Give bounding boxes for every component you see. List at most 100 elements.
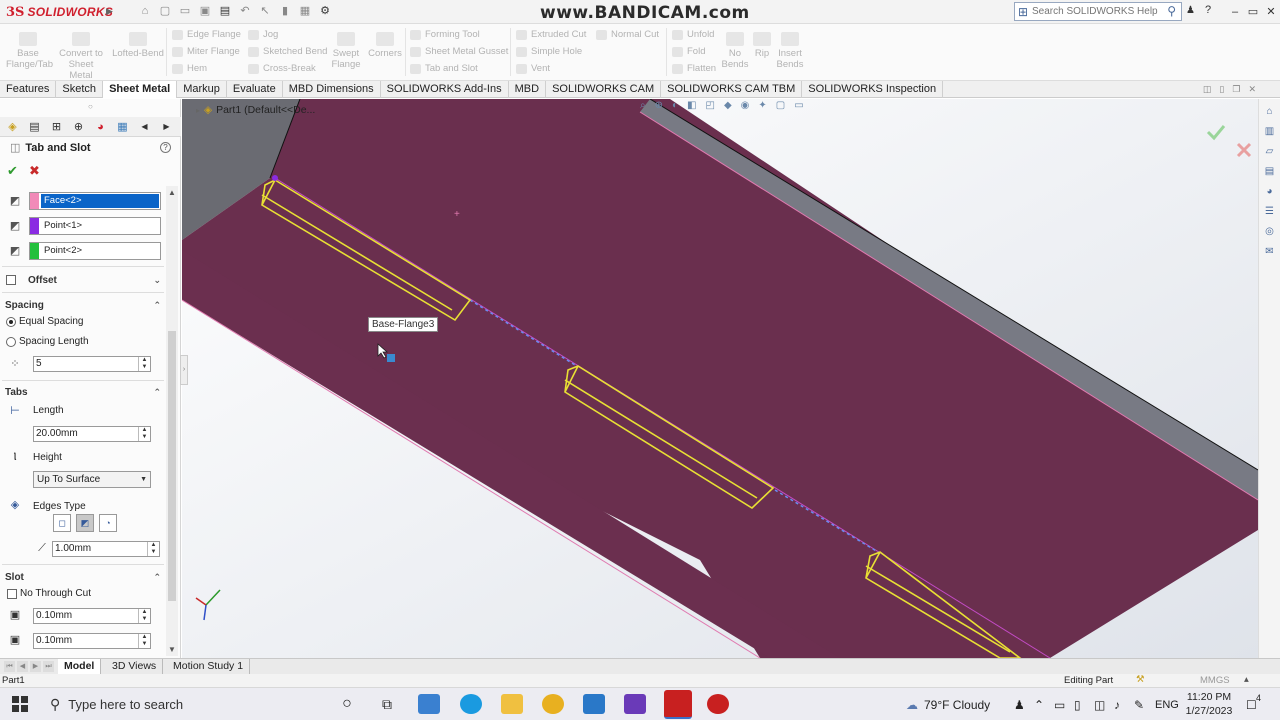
normal-cut-button[interactable]: Normal Cut (596, 29, 659, 40)
fold-button[interactable]: Fold (672, 46, 705, 57)
model-tab[interactable]: Model (58, 659, 102, 674)
select-icon[interactable]: ↖ (258, 4, 272, 18)
solidworks-resources-icon[interactable]: ⌂ (1263, 105, 1277, 119)
file-properties-icon[interactable]: ▦ (298, 4, 312, 18)
tab-solidworks-cam-tbm[interactable]: SOLIDWORKS CAM TBM (661, 81, 803, 98)
lofted-bend-button[interactable]: Lofted-Bend (110, 32, 166, 59)
status-units[interactable]: MMGS (1200, 675, 1230, 686)
tab-sheet-metal[interactable]: Sheet Metal (103, 81, 178, 98)
section-view-icon[interactable]: ◧ (687, 100, 696, 111)
solidworks-logo[interactable]: 3S SOLIDWORKS (6, 4, 113, 20)
cortana-icon[interactable]: ○ (336, 694, 358, 714)
miter-flange-button[interactable]: Miter Flange (172, 46, 240, 57)
offset-checkbox[interactable] (6, 275, 16, 285)
edge-size-value[interactable]: 1.00mm (53, 542, 147, 556)
point2-selection-value[interactable]: Point<2> (41, 244, 159, 258)
slot-width-offset-value[interactable]: 0.10mm (34, 634, 138, 648)
community-icon[interactable]: ✉ (1263, 245, 1277, 259)
view-settings-icon[interactable]: ▭ (794, 100, 803, 111)
scroll-left-icon[interactable]: ◀ (137, 120, 152, 134)
rebuild-icon[interactable]: ▮ (278, 4, 292, 18)
taskbar-search[interactable]: ⚲ Type here to search (40, 689, 325, 720)
panel-resize-handle[interactable]: ○ (88, 102, 93, 111)
radio-unselected-icon[interactable] (6, 336, 16, 347)
options-gear-icon[interactable]: ⚙ (318, 4, 332, 18)
face-selection-value[interactable]: Face<2> (41, 194, 159, 208)
radio-selected-icon[interactable] (6, 316, 16, 327)
spin-down-icon[interactable]: ▼ (139, 364, 150, 371)
appearances-icon[interactable]: ◕ (1263, 185, 1277, 199)
new-file-icon[interactable]: ▢ (158, 4, 172, 18)
people-icon[interactable]: ♟ (1014, 688, 1025, 720)
tile-icon[interactable]: ◫ (1203, 84, 1212, 95)
equal-spacing-radio[interactable]: Equal Spacing (6, 316, 84, 327)
point1-selection-value[interactable]: Point<1> (41, 219, 159, 233)
doc-copy-icon[interactable]: ▯ (1219, 84, 1224, 95)
spin-up-icon[interactable]: ▲ (139, 357, 150, 364)
zoom-area-icon[interactable]: ⊕ (655, 100, 663, 111)
ok-check-icon[interactable]: ✔ (7, 163, 18, 179)
menu-expand-arrow-icon[interactable]: ▶ (106, 6, 113, 17)
cancel-x-icon[interactable]: ✖ (29, 163, 40, 179)
motion-study-tab[interactable]: Motion Study 1 (167, 659, 251, 674)
first-tab-icon[interactable]: ⏮ (4, 661, 15, 672)
gusset-button[interactable]: Sheet Metal Gusset (410, 46, 508, 57)
home-icon[interactable]: ⌂ (138, 4, 152, 18)
design-library-icon[interactable]: ▥ (1263, 125, 1277, 139)
scroll-up-icon[interactable]: ▲ (168, 188, 176, 197)
slot-width-offset-spinner[interactable]: 0.10mm ▲ ▼ (33, 633, 151, 649)
next-tab-icon[interactable]: ▶ (30, 661, 41, 672)
prev-tab-icon[interactable]: ◀ (17, 661, 28, 672)
slot-length-offset-value[interactable]: 0.10mm (34, 609, 138, 623)
chevron-up-icon[interactable]: ⌃ (153, 300, 161, 311)
corners-button[interactable]: Corners (366, 32, 404, 59)
bandicam-icon[interactable] (707, 694, 729, 714)
edge-browser-icon[interactable] (460, 694, 482, 714)
spinner-arrows[interactable]: ▲ ▼ (147, 542, 159, 556)
spinner-arrows[interactable]: ▲ ▼ (138, 634, 150, 648)
doc-restore-icon[interactable]: ❐ (1232, 84, 1240, 95)
tabs-section-header[interactable]: Tabs ⌃ (5, 384, 163, 400)
minimize-icon[interactable]: – (1226, 0, 1244, 24)
vent-button[interactable]: Vent (516, 63, 550, 74)
spin-down-icon[interactable]: ▼ (139, 641, 150, 648)
apply-scene-icon[interactable]: ▢ (776, 100, 785, 111)
view-palette-icon[interactable]: ▤ (1263, 165, 1277, 179)
base-flange-button[interactable]: Base Flange/Tab (6, 32, 53, 70)
display-manager-icon[interactable]: ◕ (93, 120, 108, 134)
weather-widget[interactable]: ☁ 79°F Cloudy (906, 688, 990, 720)
spinner-arrows[interactable]: ▲ ▼ (138, 609, 150, 623)
help-search-input[interactable] (1029, 6, 1159, 17)
forum-icon[interactable]: ◎ (1263, 225, 1277, 239)
point1-selection-box[interactable]: Point<1> (29, 217, 161, 235)
tab-mbd[interactable]: MBD (509, 81, 547, 98)
swept-flange-button[interactable]: Swept Flange (328, 32, 364, 70)
spacing-section-header[interactable]: Spacing ⌃ (5, 297, 163, 313)
sketched-bend-button[interactable]: Sketched Bend (248, 46, 327, 57)
tab-and-slot-button[interactable]: Tab and Slot (410, 63, 478, 74)
tab-sketch[interactable]: Sketch (56, 81, 104, 98)
rip-button[interactable]: Rip (752, 32, 772, 59)
panel-scrollbar[interactable]: ▲ ▼ (166, 186, 178, 656)
language-indicator[interactable]: ENG (1155, 688, 1179, 720)
height-type-dropdown[interactable]: Up To Surface ▼ (33, 471, 151, 488)
volume-icon[interactable]: ♪ (1114, 688, 1120, 720)
edit-appearance-icon[interactable]: ✦ (758, 100, 766, 111)
battery-icon[interactable]: ▯ (1074, 688, 1081, 720)
tab-mbd-dimensions[interactable]: MBD Dimensions (283, 81, 381, 98)
convert-sheet-metal-button[interactable]: Convert to Sheet Metal (56, 32, 106, 81)
unfold-button[interactable]: Unfold (672, 29, 714, 40)
windows-start-icon[interactable] (12, 696, 28, 712)
chevron-up-icon[interactable]: ⌃ (153, 387, 161, 398)
store-icon[interactable] (418, 694, 440, 714)
chamfer-edges-button[interactable]: ◩ (76, 514, 94, 532)
cross-break-button[interactable]: Cross-Break (248, 63, 316, 74)
expand-arrow-icon[interactable]: ▸ (196, 106, 200, 115)
help-search-box[interactable]: ⊞ ⚲ (1014, 2, 1182, 21)
rebuild-status-icon[interactable]: ⚒ (1136, 674, 1145, 685)
insert-bends-button[interactable]: Insert Bends (774, 32, 806, 70)
taskbar-clock[interactable]: 11:20 PM 1/27/2023 (1184, 690, 1234, 718)
face-selection-box[interactable]: Face<2> (29, 192, 161, 210)
jog-button[interactable]: Jog (248, 29, 278, 40)
panel-collapse-handle[interactable]: › (180, 355, 188, 385)
